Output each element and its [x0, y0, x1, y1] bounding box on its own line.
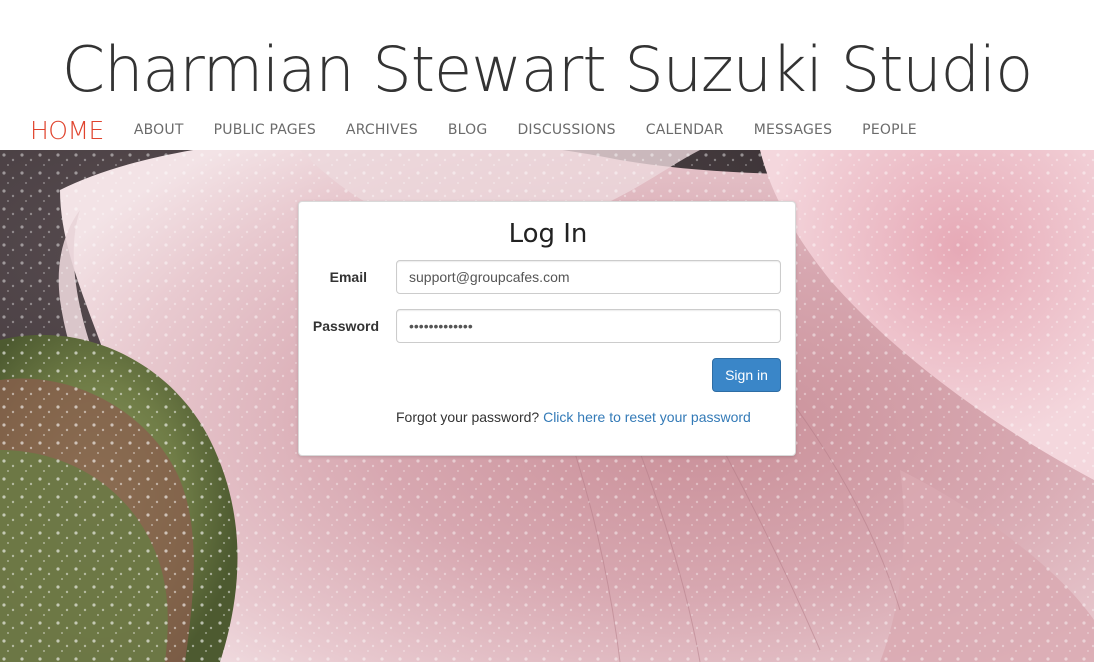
login-title: Log In [508, 219, 588, 249]
sign-in-button[interactable]: Sign in [712, 358, 781, 392]
nav-calendar[interactable]: CALENDAR [646, 122, 724, 138]
main-nav: HOME ABOUT PUBLIC PAGES ARCHIVES BLOG DI… [30, 112, 947, 148]
reset-password-link[interactable]: Click here to reset your password [543, 409, 751, 425]
login-card: Log In Email Password Sign in Forgot you… [298, 201, 796, 456]
nav-archives[interactable]: ARCHIVES [346, 122, 418, 138]
nav-home[interactable]: HOME [30, 116, 104, 145]
email-field[interactable] [396, 260, 781, 294]
nav-blog[interactable]: BLOG [448, 122, 488, 138]
nav-discussions[interactable]: DISCUSSIONS [517, 122, 615, 138]
nav-messages[interactable]: MESSAGES [754, 122, 832, 138]
forgot-password-row: Forgot your password? Click here to rese… [396, 409, 751, 425]
forgot-password-text: Forgot your password? [396, 409, 540, 425]
password-label: Password [312, 318, 379, 334]
email-label: Email [329, 269, 367, 285]
password-field[interactable] [396, 309, 781, 343]
page: Charmian Stewart Suzuki Studio HOME ABOU… [0, 0, 1094, 662]
nav-people[interactable]: PEOPLE [862, 122, 917, 138]
site-title: Charmian Stewart Suzuki Studio [61, 33, 1033, 106]
nav-about[interactable]: ABOUT [134, 122, 184, 138]
nav-public-pages[interactable]: PUBLIC PAGES [214, 122, 316, 138]
site-header: Charmian Stewart Suzuki Studio HOME ABOU… [0, 0, 1094, 150]
